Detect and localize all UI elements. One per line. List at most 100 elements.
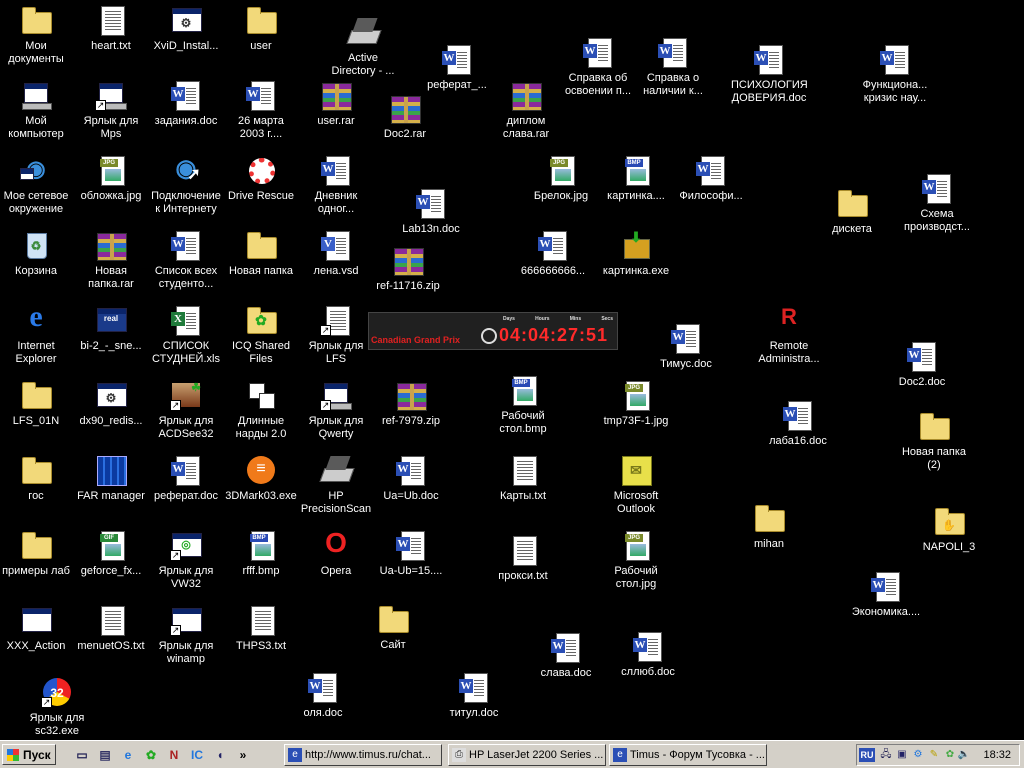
desktop-icon[interactable]: Wтитул.doc (436, 671, 512, 720)
desktop-icon[interactable]: Wреферат_... (419, 43, 495, 92)
desktop-icon[interactable]: Мои документы (0, 4, 74, 66)
desktop-icon[interactable]: THPS3.txt (223, 604, 299, 653)
desktop-icon[interactable]: BMP Рабочий стол.bmp (485, 374, 561, 436)
desktop-icon[interactable]: Wлаба16.doc (760, 399, 836, 448)
desktop-icon[interactable]: Vлена.vsd (298, 229, 374, 278)
desktop-icon[interactable]: W Философи... (673, 154, 749, 203)
quicklaunch-show-desktop-icon[interactable]: ▭ (74, 747, 90, 763)
desktop-icon[interactable]: Wслава.doc (528, 631, 604, 680)
desktop-icon[interactable]: W Тимус.doc (648, 322, 724, 371)
desktop-icon[interactable]: Мой компьютер (0, 79, 74, 141)
quicklaunch-opera-n-icon[interactable]: N (166, 747, 182, 763)
desktop-icon[interactable]: примеры лаб (0, 529, 74, 578)
desktop-icon[interactable]: ref-7979.zip (373, 379, 449, 428)
quicklaunch-ie-icon[interactable]: e (120, 747, 136, 763)
quicklaunch-outlook-icon[interactable]: ▤ (97, 747, 113, 763)
desktop-icon[interactable]: ↗ Ярлык для Qwerty (298, 379, 374, 441)
desktop-icon[interactable]: XXX_Action (0, 604, 74, 653)
desktop-icon[interactable]: W Список всех студенто... (148, 229, 224, 291)
quicklaunch-media-icon[interactable]: ◖ (212, 747, 228, 763)
desktop-icon[interactable]: 32 ↗ Ярлык для sc32.exe (19, 676, 95, 738)
desktop-icon[interactable]: W Дневник одног... (298, 154, 374, 216)
desktop-icon[interactable]: Wзадания.doc (148, 79, 224, 128)
desktop-icon[interactable]: ⬇ картинка.exe (598, 229, 674, 278)
desktop-icon[interactable]: Wреферат.doc (148, 454, 224, 503)
desktop-icon[interactable]: BMP rfff.bmp (223, 529, 299, 578)
desktop-icon[interactable]: Wоля.doc (285, 671, 361, 720)
tray-clock[interactable]: 18:32 (983, 749, 1011, 761)
countdown-widget[interactable]: Days Hours Mins Secs Canadian Grand Prix… (368, 312, 618, 350)
language-indicator[interactable]: RU (859, 748, 875, 762)
desktop-icon[interactable]: W 26 марта 2003 г.... (223, 79, 299, 141)
desktop-icon[interactable]: W Справка о наличии к... (635, 36, 711, 98)
desktop-icon[interactable]: user (223, 4, 299, 53)
desktop-icon[interactable]: ≡ 3DMark03.exe (223, 454, 299, 503)
quicklaunch-ic-icon[interactable]: IC (189, 747, 205, 763)
desktop-icon[interactable]: GIF geforce_fx... (73, 529, 149, 578)
desktop-icon[interactable]: JPG tmp73F-1.jpg (598, 379, 674, 428)
quicklaunch-icq-icon[interactable]: ✿ (143, 747, 159, 763)
desktop-icon[interactable]: Drive Rescue (223, 154, 299, 203)
desktop-icon[interactable]: диплом слава.rar (488, 79, 564, 141)
pen-icon[interactable]: ✎ (927, 748, 941, 762)
display-icon[interactable]: ▣ (895, 748, 909, 762)
desktop-icon[interactable]: ↗ Ярлык для Mps (73, 79, 149, 141)
desktop-icon[interactable]: heart.txt (73, 4, 149, 53)
desktop-icon[interactable]: R Remote Administra... (751, 304, 827, 366)
desktop-icon[interactable]: W Doc2.doc (884, 340, 960, 389)
desktop-icon[interactable]: W Экономика.... (848, 570, 924, 619)
desktop-icon[interactable]: ref-11716.zip (370, 244, 446, 293)
desktop-icon[interactable]: JPG Рабочий стол.jpg (598, 529, 674, 591)
volume-icon[interactable]: 🔈 (957, 748, 971, 762)
desktop-icon[interactable]: X СПИСОК СТУДНЕЙ.xls (148, 304, 224, 366)
desktop-icon[interactable]: O Opera (298, 527, 374, 578)
desktop-icon[interactable]: menuetOS.txt (73, 604, 149, 653)
desktop-icon[interactable]: ✉ Microsoft Outlook (598, 454, 674, 516)
taskbar-button[interactable]: e Timus - Форум Тусовка - ... (609, 744, 767, 766)
desktop-icon[interactable]: ☘ ↗ Ярлык для ACDSee32 (148, 379, 224, 441)
desktop-icon[interactable]: LFS_01N (0, 379, 74, 428)
desktop-icon[interactable]: ⚙ dx90_redis... (73, 379, 149, 428)
desktop-icon[interactable]: Doc2.rar (367, 92, 443, 141)
desktop-icon[interactable]: FAR manager (73, 454, 149, 503)
desktop-icon[interactable]: Длинные нарды 2.0 (223, 379, 299, 441)
desktop-icon[interactable]: JPG обложка.jpg (73, 154, 149, 203)
quicklaunch-more-icon[interactable]: » (235, 747, 251, 763)
desktop-icon[interactable]: ✋ NAPOLI_3 (911, 505, 987, 554)
desktop-icon[interactable]: BMP картинка.... (598, 154, 674, 203)
desktop-icon[interactable]: HP PrecisionScan (298, 454, 374, 516)
icq-icon[interactable]: ✿ (943, 748, 957, 762)
settings-icon[interactable]: ⚙ (911, 748, 925, 762)
desktop-icon[interactable]: W Справка об освоении п... (560, 36, 636, 98)
desktop-icon[interactable]: W Функциона... кризис нау... (857, 43, 933, 105)
desktop-icon[interactable]: W Ua=Ub.doc (373, 454, 449, 503)
desktop-icon[interactable]: ◉ Мое сетевое окружение (0, 154, 74, 216)
desktop-icon[interactable]: ⚙ XviD_Instal... (148, 4, 224, 53)
start-button[interactable]: Пуск (2, 744, 56, 765)
desktop-icon[interactable]: Wсллюб.doc (610, 630, 686, 679)
network-icon[interactable]: 🖧 (879, 748, 893, 762)
desktop-icon[interactable]: ◎ ↗ Ярлык для VW32 (148, 529, 224, 591)
taskbar-button[interactable]: e http://www.timus.ru/chat... (284, 744, 442, 766)
desktop-icon[interactable]: W Схема производст... (899, 172, 975, 234)
desktop-icon[interactable]: W Lab13n.doc (393, 187, 469, 236)
desktop-icon[interactable]: W 666666666... (515, 229, 591, 278)
taskbar-button[interactable]: ⎙ HP LaserJet 2200 Series ... (448, 744, 606, 766)
desktop-icon[interactable]: Новая папка (2) (896, 410, 972, 472)
desktop-icon[interactable]: ↗ Ярлык для winamp (148, 604, 224, 666)
desktop-icon[interactable]: Сайт (355, 603, 431, 652)
desktop-icon[interactable]: дискета (814, 187, 890, 236)
desktop-icon[interactable]: Active Directory - ... (325, 16, 401, 78)
desktop-icon[interactable]: ♻ Корзина (0, 229, 74, 278)
desktop-icon[interactable]: Новая папка.rar (73, 229, 149, 291)
desktop-icon[interactable]: W ПСИХОЛОГИЯ ДОВЕРИЯ.doc (731, 43, 808, 105)
desktop-icon[interactable]: ↗ Ярлык для LFS (298, 304, 374, 366)
desktop-icon[interactable]: гос (0, 454, 74, 503)
desktop-icon[interactable]: прокси.txt (485, 534, 561, 583)
desktop-icon[interactable]: JPG Брелок.jpg (523, 154, 599, 203)
desktop-icon[interactable]: ✿ ICQ Shared Files (223, 304, 299, 366)
desktop-icon[interactable]: e Internet Explorer (0, 300, 74, 366)
desktop-icon[interactable]: W Ua-Ub=15.... (373, 529, 449, 578)
desktop-icon[interactable]: user.rar (298, 79, 374, 128)
desktop-icon[interactable]: ◉ ➚ Подключение к Интернету (148, 154, 224, 216)
